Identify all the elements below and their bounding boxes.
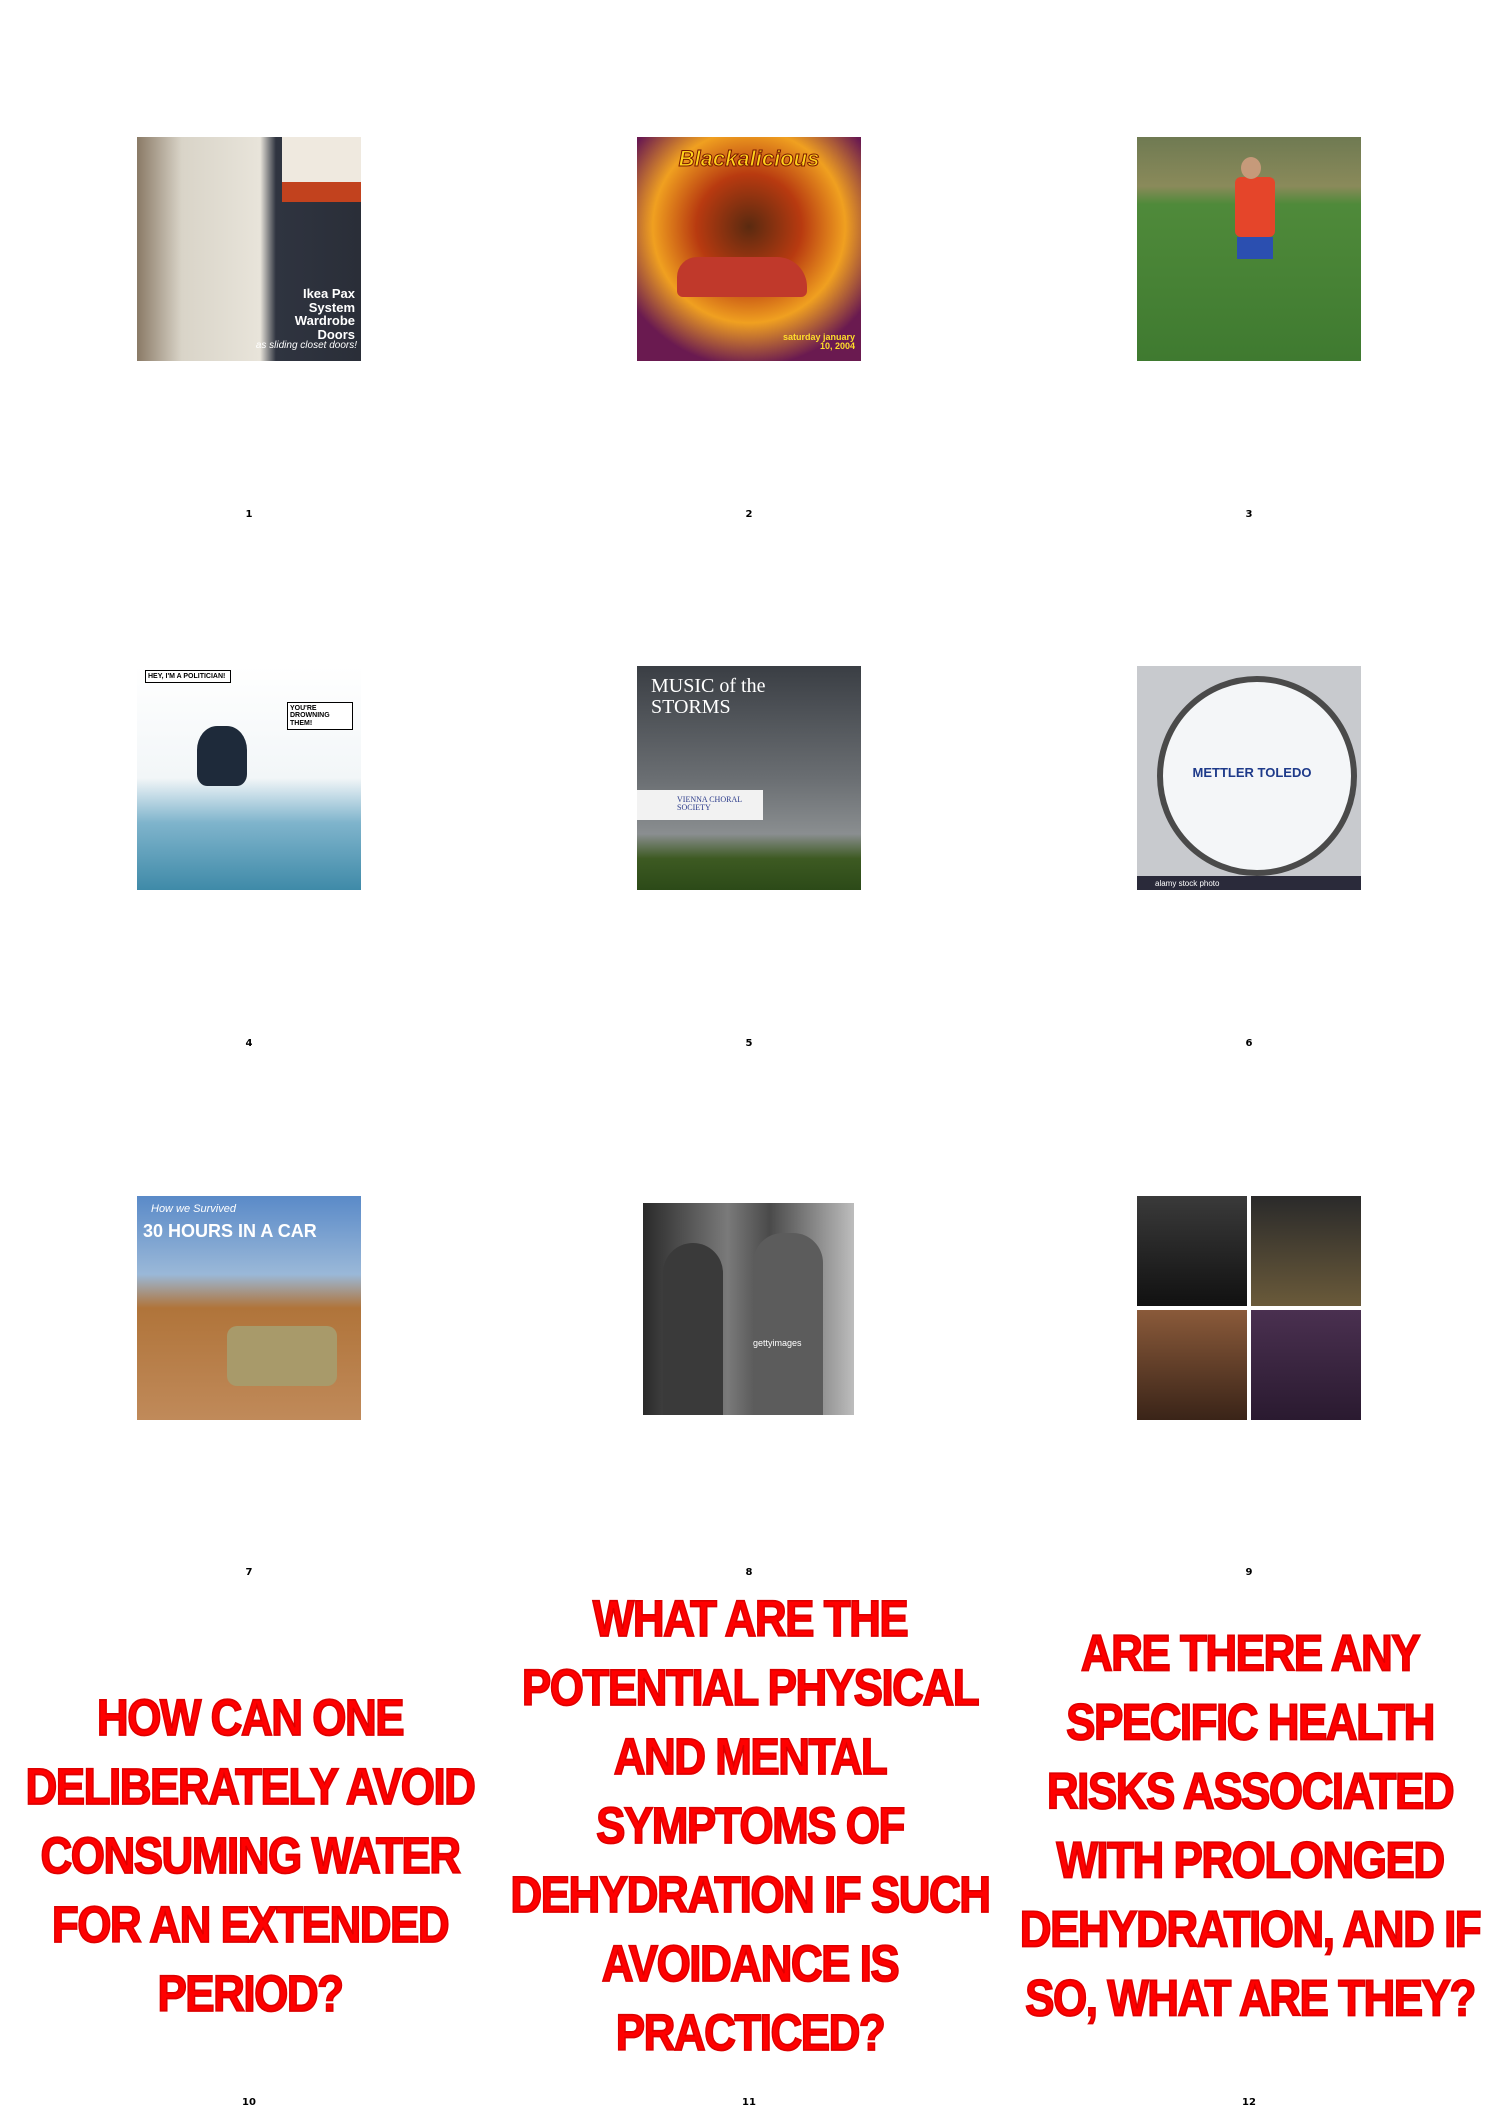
image-panel-2: Blackalicious saturday january 10, 2004 [637,137,861,361]
image-subcaption: How we Survived [151,1203,236,1215]
panel-label: 2 [745,509,753,520]
image-panel-5: MUSIC of the STORMS VIENNA CHORAL SOCIET… [637,666,861,890]
image-subcaption: saturday january 10, 2004 [782,332,855,352]
watermark: gettyimages [753,1338,802,1348]
panel-label: 11 [742,2097,756,2108]
speech-bubble: HEY, I'M A POLITICIAN! [145,670,231,684]
speech-bubble: YOU'RE DROWNING THEM! [287,702,353,731]
panel-label: 4 [245,1038,253,1049]
image-subcaption: VIENNA CHORAL SOCIETY [677,795,742,813]
panel-label: 10 [242,2097,256,2108]
image-panel-4: HEY, I'M A POLITICIAN! YOU'RE DROWNING T… [137,666,361,890]
question-text: ARE THERE ANY SPECIFIC HEALTH RISKS ASSO… [1019,1625,1482,2028]
image-caption: Ikea Pax System Wardrobe Doors [294,286,355,342]
image-panel-7: How we Survived 30 HOURS IN A CAR [137,1196,361,1420]
question-text: WHAT ARE THE POTENTIAL PHYSICAL AND MENT… [510,1590,992,2062]
panel-label: 6 [1245,1038,1253,1049]
image-caption: 30 HOURS IN A CAR [143,1221,317,1241]
image-panel-8: gettyimages [643,1203,854,1415]
image-panel-6: METTLER TOLEDO alamy stock photo [1137,666,1361,890]
image-panel-3 [1137,137,1361,361]
panel-label: 7 [245,1567,253,1578]
image-panel-1: Ikea Pax System Wardrobe Doors as slidin… [137,137,361,361]
panel-label: 3 [1245,509,1253,520]
panel-label: 5 [745,1038,753,1049]
panel-label: 9 [1245,1567,1253,1578]
panel-label: 8 [745,1567,753,1578]
image-caption: Blackalicious [678,146,820,171]
panel-label: 12 [1242,2097,1256,2108]
image-caption: METTLER TOLEDO [1192,765,1312,780]
image-caption: MUSIC of the STORMS [651,675,766,718]
panel-label: 1 [245,509,253,520]
watermark: alamy stock photo [1155,878,1220,888]
question-text: HOW CAN ONE DELIBERATELY AVOID CONSUMING… [25,1689,477,2023]
image-panel-9 [1137,1196,1361,1420]
image-subcaption: as sliding closet doors! [255,340,357,351]
